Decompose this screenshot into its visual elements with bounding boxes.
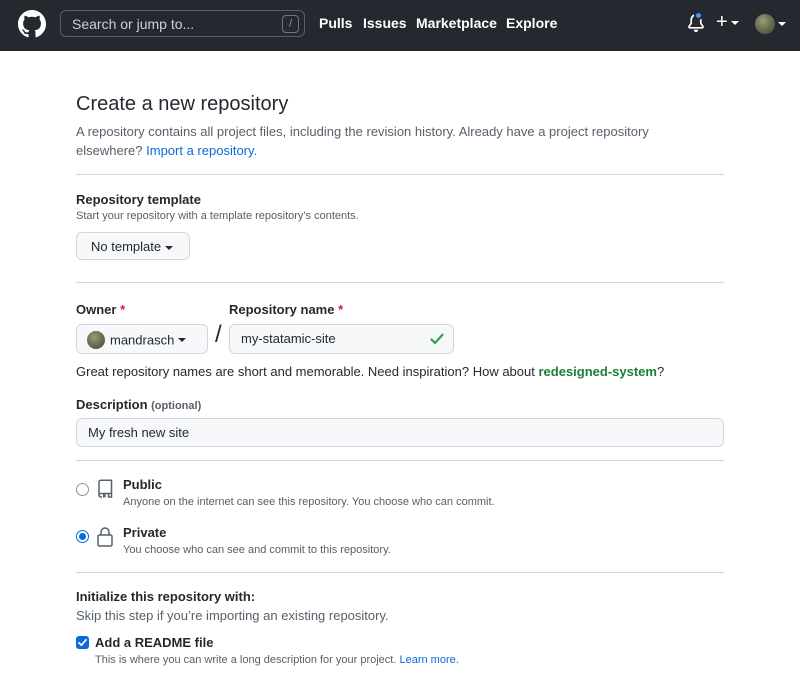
nav-marketplace[interactable]: Marketplace [416, 15, 497, 31]
public-radio[interactable] [76, 483, 89, 496]
search-input[interactable]: Search or jump to... / [60, 10, 305, 37]
description-input[interactable]: My fresh new site [76, 418, 724, 447]
create-new-menu[interactable]: + [716, 12, 739, 34]
repo-name-hint-end: ? [656, 364, 665, 379]
private-radio[interactable] [76, 530, 89, 543]
chevron-down-icon [178, 338, 187, 342]
unread-notification-indicator [694, 11, 703, 20]
readme-checkbox[interactable] [76, 636, 89, 649]
nav-pulls[interactable]: Pulls [319, 15, 352, 31]
learn-more-link[interactable]: Learn more. [399, 654, 458, 666]
lock-icon [97, 527, 113, 547]
import-repository-link[interactable]: Import a repository. [146, 143, 257, 158]
nav-issues[interactable]: Issues [363, 15, 407, 31]
readme-label[interactable]: Add a README file [95, 635, 213, 650]
description-label: Description (optional) [76, 397, 201, 412]
suggested-name-link[interactable]: redesigned-system [538, 364, 657, 379]
description-value: My fresh new site [88, 425, 190, 440]
divider [76, 572, 724, 573]
user-menu[interactable] [755, 14, 786, 34]
owner-value: mandrasch [110, 332, 175, 348]
required-mark: * [338, 302, 344, 317]
nav-explore[interactable]: Explore [506, 15, 557, 31]
owner-label-text: Owner [76, 302, 117, 317]
template-note: Start your repository with a template re… [76, 210, 359, 222]
optional-note: (optional) [151, 400, 202, 412]
search-shortcut-key: / [282, 15, 299, 33]
template-dropdown-button[interactable]: No template [76, 232, 190, 260]
repo-name-label: Repository name * [229, 302, 343, 317]
private-note: You choose who can see and commit to thi… [123, 544, 391, 556]
readme-note-text: This is where you can write a long descr… [95, 654, 397, 666]
page-description: A repository contains all project files,… [76, 122, 696, 160]
plus-icon: + [716, 11, 728, 33]
owner-repo-separator: / [215, 321, 222, 348]
init-note: Skip this step if you’re importing an ex… [76, 608, 389, 623]
public-note: Anyone on the internet can see this repo… [123, 496, 495, 508]
readme-note: This is where you can write a long descr… [95, 654, 459, 666]
repo-name-value: my-statamic-site [241, 331, 336, 346]
repo-name-label-text: Repository name [229, 302, 335, 317]
chevron-down-icon [778, 22, 786, 26]
divider [76, 460, 724, 461]
private-label: Private [123, 525, 167, 540]
repo-name-hint: Great repository names are short and mem… [76, 364, 664, 379]
repo-icon [98, 479, 113, 498]
github-logo-icon[interactable] [18, 10, 46, 38]
global-header: Search or jump to... / Pulls Issues Mark… [0, 0, 800, 51]
avatar [755, 14, 775, 34]
chevron-down-icon [730, 20, 739, 25]
owner-avatar [87, 331, 105, 349]
page-title: Create a new repository [76, 93, 289, 115]
checkmark-icon [78, 638, 87, 647]
template-label: Repository template [76, 192, 201, 207]
check-icon [430, 333, 444, 345]
owner-label: Owner * [76, 302, 125, 317]
template-dropdown-label: No template [91, 239, 162, 254]
required-mark: * [120, 302, 126, 317]
description-label-text: Description [76, 397, 148, 412]
search-placeholder: Search or jump to... [72, 16, 195, 32]
init-title: Initialize this repository with: [76, 589, 256, 604]
divider [76, 282, 724, 283]
repo-name-hint-text: Great repository names are short and mem… [76, 364, 535, 379]
repo-name-input[interactable]: my-statamic-site [229, 324, 454, 354]
chevron-down-icon [165, 245, 174, 250]
owner-dropdown-button[interactable]: mandrasch [76, 324, 208, 354]
divider [76, 174, 724, 175]
public-label: Public [123, 477, 163, 492]
